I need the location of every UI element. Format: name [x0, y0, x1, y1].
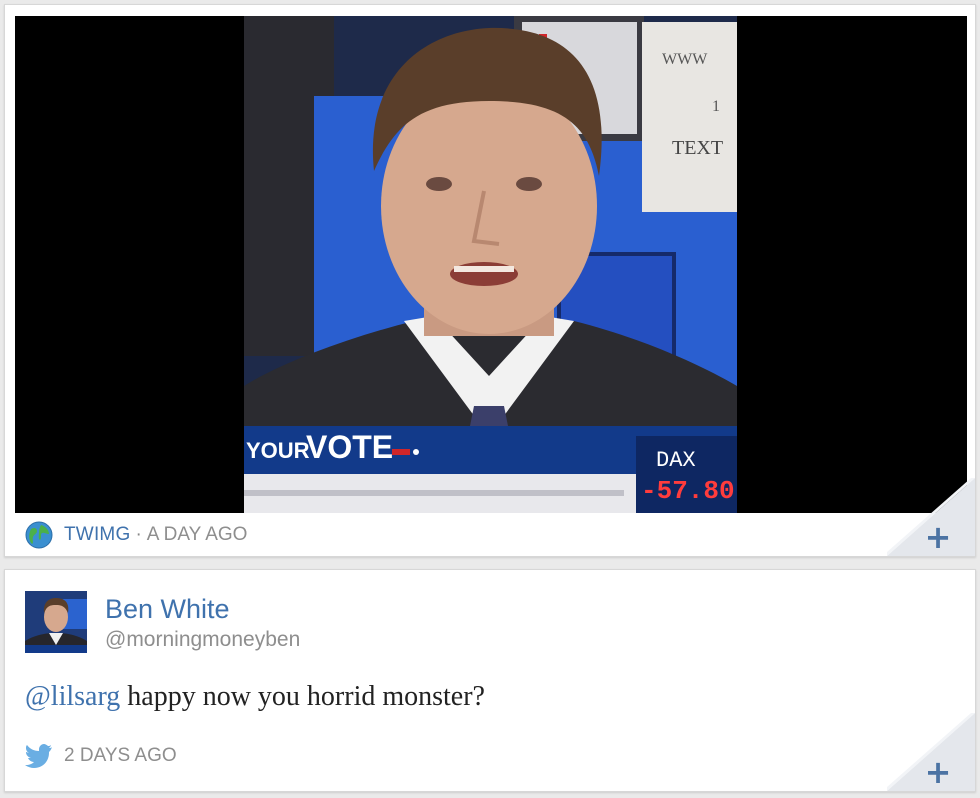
news-anchor-image: WWW 1 TEXT YOUR VOTE DAX -57.80	[244, 16, 737, 513]
tweet-text: @lilsarg happy now you horrid monster?	[25, 681, 485, 713]
expand-plus-button[interactable]: +	[923, 521, 953, 553]
tweet-card: Ben White @morningmoneyben @lilsarg happ…	[4, 569, 976, 792]
twitter-bird-icon	[25, 744, 52, 768]
svg-text:WWW: WWW	[662, 51, 708, 68]
author-name[interactable]: Ben White	[105, 594, 230, 625]
separator: ·	[135, 524, 142, 545]
svg-text:-57.80: -57.80	[641, 476, 735, 506]
expand-plus-button[interactable]: +	[923, 756, 953, 788]
mention-link[interactable]: @lilsarg	[25, 681, 120, 712]
svg-text:YOUR: YOUR	[246, 438, 310, 463]
avatar[interactable]	[25, 591, 87, 653]
media-card: WWW 1 TEXT YOUR VOTE DAX -57.80 TWIMG · …	[4, 4, 976, 557]
svg-text:1: 1	[712, 98, 720, 115]
svg-text:VOTE: VOTE	[306, 429, 393, 465]
video-thumbnail[interactable]: WWW 1 TEXT YOUR VOTE DAX -57.80	[244, 16, 737, 513]
corner-fold: +	[887, 478, 975, 556]
corner-fold: +	[887, 713, 975, 791]
tweet-meta: 2 DAYS AGO	[25, 744, 177, 768]
video-player[interactable]: WWW 1 TEXT YOUR VOTE DAX -57.80	[15, 16, 967, 513]
svg-text:TEXT: TEXT	[672, 137, 723, 159]
source-link[interactable]: TWIMG	[64, 524, 130, 546]
svg-text:DAX: DAX	[656, 448, 696, 473]
tweet-body: happy now you horrid monster?	[120, 681, 485, 712]
author-handle[interactable]: @morningmoneyben	[105, 628, 300, 652]
timestamp: A DAY AGO	[146, 524, 248, 545]
globe-icon	[25, 521, 53, 549]
media-meta: TWIMG · A DAY AGO	[25, 521, 247, 549]
tweet-timestamp: 2 DAYS AGO	[64, 745, 177, 766]
